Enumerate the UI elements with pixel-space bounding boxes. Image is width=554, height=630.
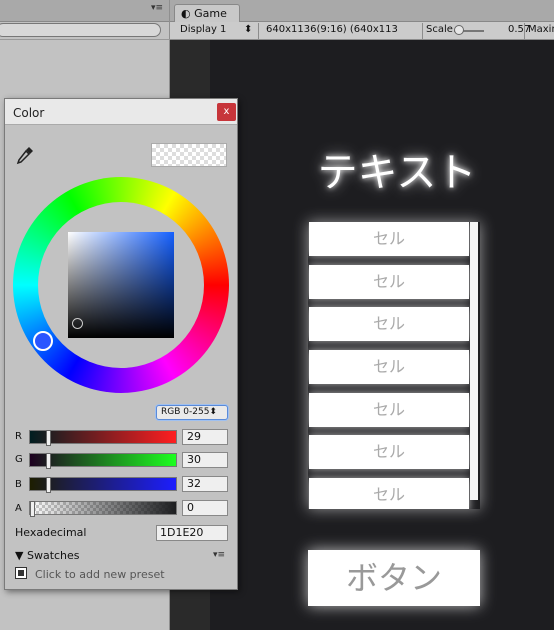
list-cell[interactable]: セル xyxy=(309,435,469,469)
list-cell[interactable]: セル xyxy=(309,222,469,256)
swatches-foldout[interactable]: ▼ Swatches xyxy=(15,549,80,562)
list-cell[interactable]: セル xyxy=(309,265,469,299)
eyedropper-icon[interactable] xyxy=(15,145,35,165)
display-dropdown[interactable]: Display 1 xyxy=(180,24,226,35)
triangle-down-icon: ▼ xyxy=(15,549,24,562)
red-slider[interactable] xyxy=(29,430,177,446)
divider xyxy=(258,23,259,39)
channel-label-r: R xyxy=(15,431,22,442)
resolution-dropdown[interactable]: 640x1136(9:16) (640x113 xyxy=(266,24,398,35)
hex-label: Hexadecimal xyxy=(15,526,87,539)
alpha-slider-thumb[interactable] xyxy=(30,501,35,517)
color-window-title: Color xyxy=(13,106,45,120)
menu-icon[interactable]: ▾≡ xyxy=(213,550,225,560)
red-value-field[interactable]: 29 xyxy=(182,429,228,445)
green-slider-thumb[interactable] xyxy=(46,453,51,469)
color-preview-swatch xyxy=(151,143,227,167)
hierarchy-header: ▾≡ xyxy=(0,0,169,22)
red-slider-thumb[interactable] xyxy=(46,430,51,446)
color-window-titlebar[interactable]: Color x xyxy=(5,99,237,125)
tab-game-label: Game xyxy=(194,7,227,20)
blue-value-field[interactable]: 32 xyxy=(182,476,228,492)
scale-label: Scale xyxy=(426,24,453,35)
channel-label-g: G xyxy=(15,454,23,465)
menu-icon[interactable]: ▾≡ xyxy=(151,3,163,13)
maximize-on-play-button[interactable]: Maxim xyxy=(528,24,554,35)
color-mode-label: RGB 0-255 xyxy=(161,407,210,417)
divider xyxy=(422,23,423,39)
green-value-field[interactable]: 30 xyxy=(182,452,228,468)
add-preset-hint[interactable]: Click to add new preset xyxy=(35,568,165,581)
alpha-value-field[interactable]: 0 xyxy=(182,500,228,516)
scale-slider-thumb[interactable] xyxy=(454,25,464,35)
scroll-list[interactable]: セル セル セル セル セル セル セル xyxy=(308,222,480,509)
scale-value: 0.57 xyxy=(508,24,531,35)
list-cell[interactable]: セル xyxy=(309,478,469,509)
color-picker-window: Color x RGB 0-255⬍ R 29 G 30 B 32 A 0 He… xyxy=(4,98,238,590)
game-tab-bar: ◐ Game xyxy=(170,0,554,22)
close-button[interactable]: x xyxy=(217,103,236,121)
sv-cursor[interactable] xyxy=(72,318,83,329)
scrollbar[interactable] xyxy=(470,222,478,500)
divider xyxy=(524,23,525,39)
tab-game[interactable]: ◐ Game xyxy=(174,4,240,22)
blue-slider[interactable] xyxy=(29,477,177,493)
game-button[interactable]: ボタン xyxy=(308,550,480,606)
color-mode-dropdown[interactable]: RGB 0-255⬍ xyxy=(156,405,228,420)
green-slider[interactable] xyxy=(29,453,177,469)
swatches-label: Swatches xyxy=(26,549,80,562)
hue-cursor[interactable] xyxy=(33,331,53,351)
list-cell[interactable]: セル xyxy=(309,350,469,384)
search-field[interactable] xyxy=(0,23,161,37)
channel-label-b: B xyxy=(15,479,22,490)
chevron-down-icon: ⬍ xyxy=(244,24,253,35)
hex-field[interactable]: 1D1E20 xyxy=(156,525,228,541)
channel-label-a: A xyxy=(15,503,22,514)
alpha-slider[interactable] xyxy=(29,501,177,517)
game-icon: ◐ xyxy=(181,7,191,20)
blue-slider-thumb[interactable] xyxy=(46,477,51,493)
divider xyxy=(0,39,170,40)
game-toolbar: Display 1 ⬍ 640x1136(9:16) (640x113 Scal… xyxy=(170,22,554,40)
preset-icon[interactable] xyxy=(15,567,27,579)
list-cell[interactable]: セル xyxy=(309,307,469,341)
saturation-value-square[interactable] xyxy=(68,232,174,338)
title-text: テキスト xyxy=(317,150,477,196)
list-cell[interactable]: セル xyxy=(309,393,469,427)
chevron-down-icon: ⬍ xyxy=(209,407,217,417)
